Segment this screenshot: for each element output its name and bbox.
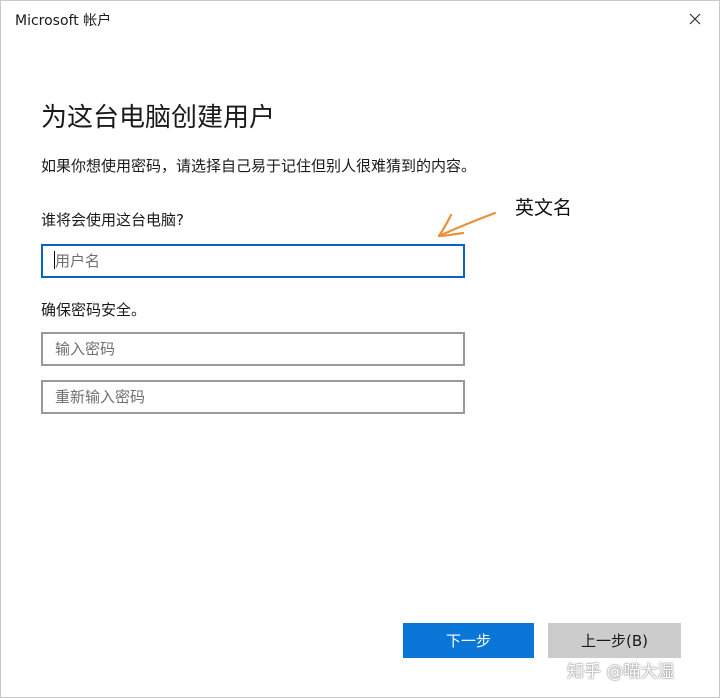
close-button[interactable] xyxy=(681,6,709,32)
annotation-text: 英文名 xyxy=(515,197,573,219)
watermark: 知乎 @喵大湿 xyxy=(567,662,675,682)
password-confirm-input[interactable] xyxy=(41,380,465,414)
hand-drawn-arrow-icon xyxy=(437,211,497,238)
close-icon xyxy=(689,13,701,25)
dialog-window: Microsoft 帐户 为这台电脑创建用户 如果你想使用密码，请选择自己易于记… xyxy=(0,0,720,698)
next-button[interactable]: 下一步 xyxy=(403,623,534,658)
title-bar: Microsoft 帐户 xyxy=(1,1,719,37)
password-label: 确保密码安全。 xyxy=(41,301,147,319)
window-title: Microsoft 帐户 xyxy=(15,13,112,29)
username-input[interactable] xyxy=(41,244,465,278)
back-button[interactable]: 上一步(B) xyxy=(548,623,681,658)
password-input[interactable] xyxy=(41,332,465,366)
user-label: 谁将会使用这台电脑? xyxy=(41,211,184,229)
page-description: 如果你想使用密码，请选择自己易于记住但别人很难猜到的内容。 xyxy=(41,157,477,175)
text-caret xyxy=(54,251,55,269)
page-title: 为这台电脑创建用户 xyxy=(41,103,276,133)
